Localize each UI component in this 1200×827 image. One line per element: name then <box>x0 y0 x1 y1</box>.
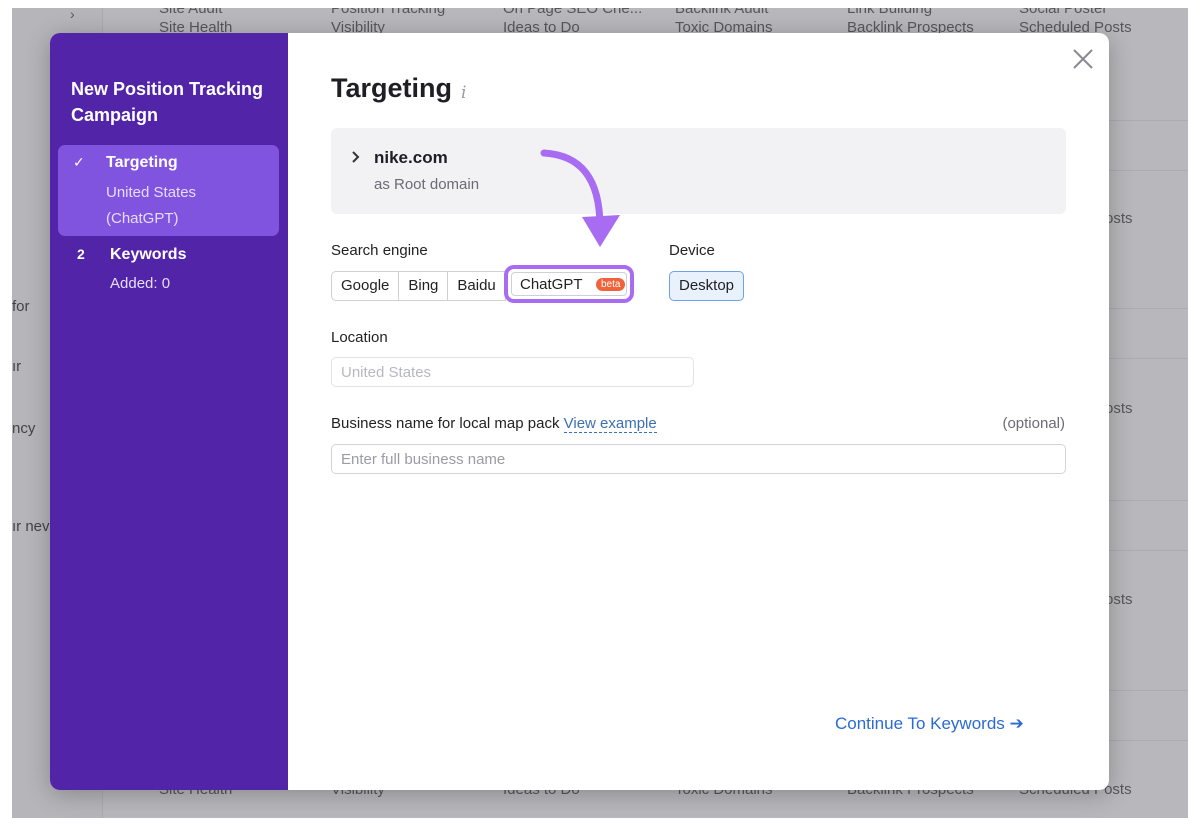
device-desktop[interactable]: Desktop <box>669 271 745 301</box>
optional-label: (optional) <box>1002 415 1065 432</box>
wizard-title: New Position Tracking Campaign <box>71 79 264 125</box>
engine-baidu[interactable]: Baidu <box>448 271 506 301</box>
domain-summary[interactable]: nike.com as Root domain <box>331 128 1066 214</box>
location-input[interactable] <box>331 357 694 387</box>
engine-chatgpt-label: ChatGPT <box>520 276 583 293</box>
step-number: 2 <box>77 246 85 262</box>
page-title: Targeting <box>331 73 452 103</box>
wizard-sidebar: New Position Tracking Campaign ✓ Targeti… <box>50 33 288 790</box>
chevron-right-icon[interactable] <box>351 150 361 166</box>
chatgpt-highlight: ChatGPT beta <box>504 265 634 303</box>
info-icon[interactable]: i <box>461 83 466 103</box>
close-icon[interactable] <box>1071 47 1095 71</box>
step-name: Targeting <box>106 154 178 171</box>
continue-to-keywords-button[interactable]: Continue To Keywords ➔ <box>835 714 1024 734</box>
domain-name: nike.com <box>374 148 448 167</box>
new-campaign-modal: New Position Tracking Campaign ✓ Targeti… <box>50 33 1109 790</box>
engine-bing[interactable]: Bing <box>399 271 449 301</box>
location-label: Location <box>331 329 388 346</box>
beta-badge: beta <box>596 278 626 291</box>
business-name-input[interactable] <box>331 444 1066 474</box>
search-engine-selector: Google Bing Baidu <box>331 271 506 301</box>
targeting-panel: Targeting i nike.com as Root domain Sear… <box>288 33 1109 790</box>
annotation-arrow-icon <box>540 149 620 247</box>
step-summary: United States (ChatGPT) <box>106 184 197 227</box>
business-label: Business name for local map pack View ex… <box>331 415 657 433</box>
step-name: Keywords <box>110 246 187 263</box>
device-label: Device <box>669 242 715 259</box>
business-label-text: Business name for local map pack <box>331 415 560 432</box>
checkmark-icon: ✓ <box>73 154 85 170</box>
engine-chatgpt[interactable]: ChatGPT beta <box>511 272 627 296</box>
engine-google[interactable]: Google <box>331 271 400 301</box>
view-example-link[interactable]: View example <box>563 415 657 433</box>
domain-scope: as Root domain <box>374 176 480 193</box>
step-summary: Added: 0 <box>110 275 171 292</box>
step-targeting[interactable]: ✓ Targeting United States (ChatGPT) <box>58 145 279 236</box>
search-engine-label: Search engine <box>331 242 428 259</box>
step-keywords[interactable]: 2 Keywords Added: 0 <box>58 236 279 306</box>
